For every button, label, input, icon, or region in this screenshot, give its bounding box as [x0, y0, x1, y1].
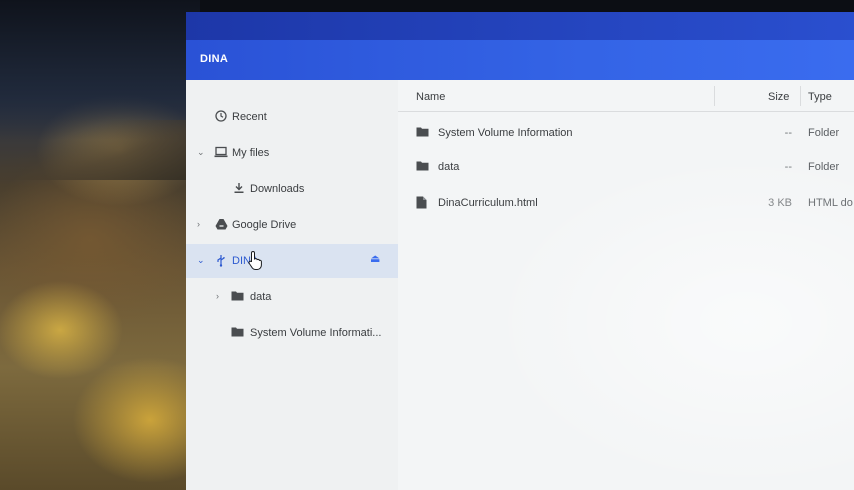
- file-row[interactable]: System Volume Information -- Folder: [398, 116, 854, 150]
- download-icon: [232, 182, 246, 196]
- hand-cursor-icon: [248, 250, 264, 270]
- file-icon: [416, 196, 429, 209]
- sidebar: Recent ⌄ My files Downloads › Google Dri…: [186, 80, 398, 490]
- column-header-size[interactable]: Size: [768, 91, 789, 103]
- sidebar-item-label: Recent: [232, 111, 267, 123]
- chevron-down-icon[interactable]: ⌄: [197, 147, 205, 158]
- wallpaper-ridge: [0, 120, 200, 180]
- sidebar-item-dina[interactable]: ⌄ DINA ⏏: [186, 244, 398, 278]
- file-name: data: [438, 161, 460, 173]
- folder-icon: [416, 160, 429, 172]
- usb-icon: [214, 254, 228, 268]
- folder-icon: [416, 126, 429, 138]
- laptop-icon: [214, 146, 228, 160]
- file-name: DinaCurriculum.html: [438, 197, 538, 209]
- sidebar-item-label: Downloads: [250, 183, 305, 195]
- eject-icon[interactable]: ⏏: [370, 252, 380, 265]
- folder-icon: [230, 326, 244, 340]
- sidebar-item-label: My files: [232, 147, 270, 159]
- sidebar-item-data[interactable]: › data: [186, 280, 398, 314]
- chevron-down-icon[interactable]: ⌄: [197, 255, 205, 266]
- chevron-right-icon[interactable]: ›: [216, 291, 219, 301]
- column-divider[interactable]: [714, 86, 715, 106]
- chevron-right-icon[interactable]: ›: [197, 219, 200, 229]
- window-titlebar: DINA: [186, 40, 854, 80]
- file-type: HTML do: [808, 197, 853, 209]
- file-size: 3 KB: [768, 197, 792, 209]
- folder-icon: [230, 290, 244, 304]
- sidebar-item-label: Google Drive: [232, 219, 297, 231]
- sidebar-item-system-volume-information[interactable]: System Volume Informati...: [186, 316, 398, 350]
- column-divider[interactable]: [800, 86, 801, 106]
- sidebar-item-label: System Volume Informati...: [250, 327, 382, 339]
- wallpaper-sky: [0, 0, 200, 140]
- file-list: Name Size Type System Volume Information…: [398, 80, 854, 490]
- sidebar-item-google-drive[interactable]: › Google Drive: [186, 208, 398, 242]
- file-row[interactable]: data -- Folder: [398, 150, 854, 184]
- file-name: System Volume Information: [438, 127, 573, 139]
- files-app-window: DINA Recent ⌄ My files Downloads › Googl…: [186, 12, 854, 490]
- column-header-type[interactable]: Type: [808, 91, 832, 103]
- file-size: --: [784, 161, 792, 173]
- window-frame-top: [186, 12, 854, 40]
- sidebar-item-my-files[interactable]: ⌄ My files: [186, 136, 398, 170]
- column-header-name[interactable]: Name: [416, 91, 445, 103]
- desktop-wallpaper: [0, 0, 200, 490]
- file-type: Folder: [808, 127, 840, 139]
- file-type: Folder: [808, 161, 840, 173]
- file-list-header: Name Size Type: [398, 80, 854, 112]
- file-size: --: [784, 127, 792, 139]
- file-row[interactable]: DinaCurriculum.html 3 KB HTML do: [398, 186, 854, 220]
- window-title: DINA: [200, 53, 229, 65]
- drive-icon: [214, 218, 228, 232]
- clock-icon: [214, 110, 228, 124]
- sidebar-item-downloads[interactable]: Downloads: [186, 172, 398, 206]
- sidebar-item-label: data: [250, 291, 272, 303]
- sidebar-item-recent[interactable]: Recent: [186, 100, 398, 134]
